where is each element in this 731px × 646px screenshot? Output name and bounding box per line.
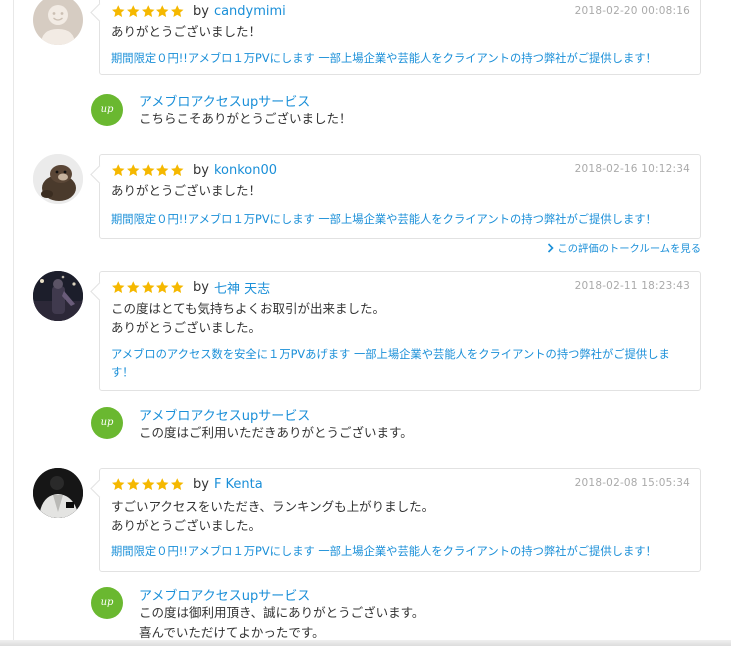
star-icon [111, 280, 126, 295]
star-icon [155, 477, 170, 492]
star-rating [111, 476, 185, 492]
review-date: 2018-02-20 00:08:16 [574, 5, 690, 17]
review-date: 2018-02-16 10:12:34 [574, 163, 690, 175]
seller-reply-line: この度は御利用頂き、誠にありがとうございます。 [139, 605, 425, 620]
comment-line: ありがとうございました。 [111, 320, 262, 335]
seller-reply: こちらこそありがとうございました！ [139, 111, 352, 126]
review-card: by konkon00 2018-02-16 10:12:34 ありがとうござい… [99, 154, 701, 239]
star-icon [126, 4, 141, 19]
star-icon [170, 280, 185, 295]
seller-name-link[interactable]: アメブロアクセスupサービス [139, 585, 310, 604]
seller-logo-icon[interactable]: up [91, 407, 123, 439]
comment-line: ありがとうございました。 [111, 518, 262, 533]
by-label: by [192, 3, 209, 19]
star-icon [155, 163, 170, 178]
star-icon [126, 163, 141, 178]
reviewer-name-link[interactable]: F Kenta [214, 477, 263, 492]
star-icon [170, 477, 185, 492]
star-icon [111, 477, 126, 492]
star-icon [126, 280, 141, 295]
review-date: 2018-02-11 18:23:43 [574, 280, 690, 292]
talkroom-link[interactable]: この評価のトークルームを見る [547, 240, 701, 255]
service-link[interactable]: 期間限定０円!!アメブロ１万PVにします 一部上場企業や芸能人をクライアントの持… [111, 543, 688, 561]
review-header: by konkon00 [111, 161, 277, 179]
seller-reply: この度は御利用頂き、誠にありがとうございます。 喜んでいただけてよかったです。 [139, 603, 424, 643]
star-rating [111, 279, 185, 295]
comment-line: この度はとても気持ちよくお取引が出来ました。 [111, 301, 386, 316]
divider [13, 0, 14, 646]
star-rating [111, 162, 185, 178]
by-label: by [192, 476, 209, 492]
review-header: by F Kenta [111, 475, 263, 493]
service-link[interactable]: アメブロのアクセス数を安全に１万PVあげます 一部上場企業や芸能人をクライアント… [111, 346, 688, 382]
seller-reply: この度はご利用いただきありがとうございます。 [139, 425, 413, 440]
reviewer-name-link[interactable]: konkon00 [214, 163, 277, 178]
service-link-line: アメブロのアクセス数を安全に１万PVあげます 一部上場企業や芸能人をクライアント… [111, 348, 670, 361]
avatar[interactable] [33, 271, 83, 321]
review-comment: ありがとうございました！ [111, 183, 262, 198]
seller-logo-icon[interactable]: up [91, 94, 123, 126]
seller-logo-icon[interactable]: up [91, 587, 123, 619]
service-link[interactable]: 期間限定０円!!アメブロ１万PVにします 一部上場企業や芸能人をクライアントの持… [111, 50, 688, 68]
star-icon [141, 477, 156, 492]
avatar[interactable] [33, 0, 83, 45]
avatar[interactable] [33, 154, 83, 204]
star-icon [111, 4, 126, 19]
by-label: by [192, 279, 209, 295]
by-label: by [192, 162, 209, 178]
review-comment: ありがとうございました！ [111, 24, 262, 39]
star-rating [111, 3, 185, 19]
review-card: by candymimi 2018-02-20 00:08:16 ありがとうござ… [99, 0, 701, 75]
chevron-right-icon [548, 242, 555, 253]
review-comment: この度はとても気持ちよくお取引が出来ました。 ありがとうございました。 [111, 299, 385, 337]
seller-name-link[interactable]: アメブロアクセスupサービス [139, 91, 310, 110]
star-icon [155, 4, 170, 19]
star-icon [155, 280, 170, 295]
star-icon [141, 4, 156, 19]
avatar[interactable] [33, 468, 83, 518]
review-comment: すごいアクセスをいただき、ランキングも上がりました。 ありがとうございました。 [111, 497, 434, 535]
talkroom-link-label: この評価のトークルームを見る [557, 243, 701, 255]
reviewer-name-link[interactable]: 七神 天志 [214, 278, 270, 297]
star-icon [111, 163, 126, 178]
window-bottom-edge [0, 640, 731, 646]
review-header: by 七神 天志 [111, 278, 270, 297]
review-header: by candymimi [111, 2, 286, 20]
review-list: by candymimi 2018-02-20 00:08:16 ありがとうござ… [0, 0, 731, 646]
review-date: 2018-02-08 15:05:34 [574, 477, 690, 489]
star-icon [170, 4, 185, 19]
star-icon [126, 477, 141, 492]
seller-name-link[interactable]: アメブロアクセスupサービス [139, 405, 310, 424]
reviewer-name-link[interactable]: candymimi [214, 4, 286, 19]
service-link[interactable]: 期間限定０円!!アメブロ１万PVにします 一部上場企業や芸能人をクライアントの持… [111, 211, 688, 229]
star-icon [170, 163, 185, 178]
star-icon [141, 163, 156, 178]
service-link-line: す！ [111, 366, 134, 379]
review-card: by F Kenta 2018-02-08 15:05:34 すごいアクセスをい… [99, 468, 701, 572]
star-icon [141, 280, 156, 295]
review-card: by 七神 天志 2018-02-11 18:23:43 この度はとても気持ちよ… [99, 271, 701, 391]
comment-line: すごいアクセスをいただき、ランキングも上がりました。 [111, 499, 435, 514]
